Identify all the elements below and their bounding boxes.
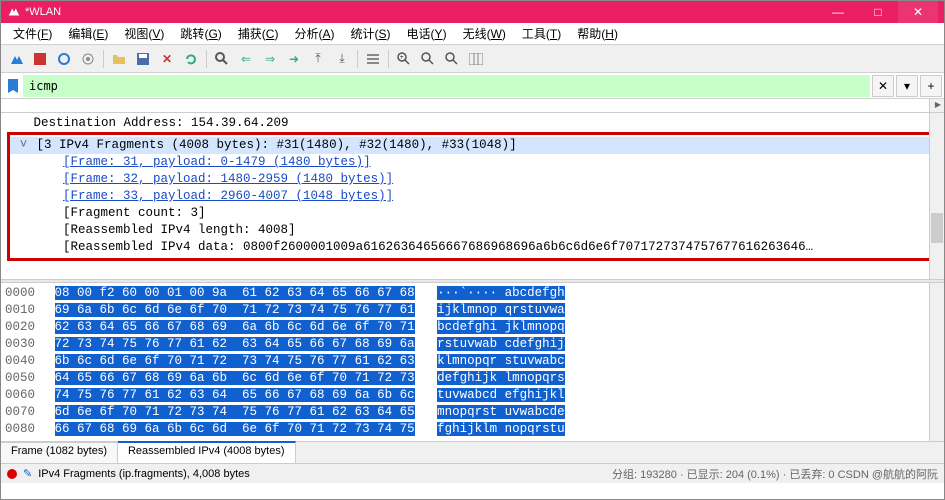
last-icon[interactable]: ⤓ <box>331 48 353 70</box>
hex-tabs: Frame (1082 bytes) Reassembled IPv4 (400… <box>1 441 944 463</box>
menu-help[interactable]: 帮助(H) <box>569 23 626 44</box>
status-right: 分组: 193280 · 已显示: 204 (0.1%) · 已丢弃: 0 CS… <box>612 466 938 482</box>
menubar: 文件(F) 编辑(E) 视图(V) 跳转(G) 捕获(C) 分析(A) 统计(S… <box>1 23 944 45</box>
close-file-icon[interactable]: ✕ <box>156 48 178 70</box>
goto-icon[interactable]: ➜ <box>283 48 305 70</box>
status-text: IPv4 Fragments (ip.fragments), 4,008 byt… <box>38 468 612 480</box>
filter-input[interactable] <box>23 75 870 97</box>
prev-icon[interactable]: ⇐ <box>235 48 257 70</box>
wireshark-icon <box>7 5 21 19</box>
zoom-out-icon[interactable] <box>417 48 439 70</box>
svg-text:+: + <box>400 55 404 61</box>
menu-statistics[interactable]: 统计(S) <box>343 23 399 44</box>
window-title: *WLAN <box>25 6 818 18</box>
zoom-in-icon[interactable]: + <box>393 48 415 70</box>
frame-link[interactable]: [Frame: 32, payload: 1480-2959 (1480 byt… <box>10 171 929 188</box>
tab-frame[interactable]: Frame (1082 bytes) <box>1 442 118 463</box>
frame-link[interactable]: [Frame: 31, payload: 0-1479 (1480 bytes)… <box>10 154 929 171</box>
open-icon[interactable] <box>108 48 130 70</box>
hex-row[interactable]: 0000 08 00 f2 60 00 01 00 9a 61 62 63 64… <box>5 285 940 302</box>
menu-go[interactable]: 跳转(G) <box>172 23 229 44</box>
next-icon[interactable]: ⇒ <box>259 48 281 70</box>
bookmark-icon[interactable] <box>3 76 23 96</box>
hex-row[interactable]: 0030 72 73 74 75 76 77 61 62 63 64 65 66… <box>5 336 940 353</box>
hex-row[interactable]: 0060 74 75 76 77 61 62 63 64 65 66 67 68… <box>5 387 940 404</box>
menu-edit[interactable]: 编辑(E) <box>60 23 116 44</box>
menu-tools[interactable]: 工具(T) <box>514 23 569 44</box>
scrollbar-icon[interactable] <box>929 99 944 112</box>
find-icon[interactable] <box>211 48 233 70</box>
hex-row[interactable]: 0080 66 67 68 69 6a 6b 6c 6d 6e 6f 70 71… <box>5 421 940 438</box>
options-icon[interactable] <box>77 48 99 70</box>
minimize-button[interactable]: — <box>818 1 858 23</box>
fragment-count[interactable]: [Fragment count: 3] <box>10 205 929 222</box>
menu-file[interactable]: 文件(F) <box>5 23 60 44</box>
hex-scrollbar[interactable] <box>929 283 944 441</box>
status-icon: ✎ <box>23 467 32 480</box>
start-capture-icon[interactable] <box>5 48 27 70</box>
statusbar: ✎ IPv4 Fragments (ip.fragments), 4,008 b… <box>1 463 944 483</box>
hex-row[interactable]: 0070 6d 6e 6f 70 71 72 73 74 75 76 77 61… <box>5 404 940 421</box>
resize-cols-icon[interactable] <box>465 48 487 70</box>
menu-telephony[interactable]: 电话(Y) <box>399 23 455 44</box>
expert-led-icon[interactable] <box>7 469 17 479</box>
menu-view[interactable]: 视图(V) <box>116 23 172 44</box>
reassembled-length[interactable]: [Reassembled IPv4 length: 4008] <box>10 222 929 239</box>
packet-list[interactable] <box>1 99 944 113</box>
reload-icon[interactable] <box>180 48 202 70</box>
tab-reassembled[interactable]: Reassembled IPv4 (4008 bytes) <box>118 441 296 463</box>
menu-analyze[interactable]: 分析(A) <box>286 23 342 44</box>
detail-scrollbar[interactable] <box>929 113 944 279</box>
restart-capture-icon[interactable] <box>53 48 75 70</box>
fragments-header[interactable]: ˅ [3 IPv4 Fragments (4008 bytes): #31(14… <box>10 137 929 154</box>
hex-row[interactable]: 0040 6b 6c 6d 6e 6f 70 71 72 73 74 75 76… <box>5 353 940 370</box>
close-button[interactable]: ✕ <box>898 1 938 23</box>
first-icon[interactable]: ⤒ <box>307 48 329 70</box>
dest-addr-line[interactable]: Destination Address: 154.39.64.209 <box>3 115 942 132</box>
hex-row[interactable]: 0010 69 6a 6b 6c 6d 6e 6f 70 71 72 73 74… <box>5 302 940 319</box>
autoscroll-icon[interactable] <box>362 48 384 70</box>
titlebar[interactable]: *WLAN — □ ✕ <box>1 1 944 23</box>
zoom-reset-icon[interactable] <box>441 48 463 70</box>
hex-dump[interactable]: 0000 08 00 f2 60 00 01 00 9a 61 62 63 64… <box>1 283 944 441</box>
reassembled-data[interactable]: [Reassembled IPv4 data: 0800f2600001009a… <box>10 239 929 256</box>
toolbar: ✕ ⇐ ⇒ ➜ ⤒ ⤓ + <box>1 45 944 73</box>
clear-filter-icon[interactable]: ✕ <box>872 75 894 97</box>
stop-capture-icon[interactable] <box>29 48 51 70</box>
packet-details[interactable]: Destination Address: 154.39.64.209 ˅ [3 … <box>1 113 944 279</box>
hex-row[interactable]: 0050 64 65 66 67 68 69 6a 6b 6c 6d 6e 6f… <box>5 370 940 387</box>
maximize-button[interactable]: □ <box>858 1 898 23</box>
menu-capture[interactable]: 捕获(C) <box>230 23 287 44</box>
filter-bar: ✕ ▾ + <box>1 73 944 99</box>
save-icon[interactable] <box>132 48 154 70</box>
filter-dropdown-icon[interactable]: ▾ <box>896 75 918 97</box>
menu-wireless[interactable]: 无线(W) <box>455 23 514 44</box>
fragments-group: ˅ [3 IPv4 Fragments (4008 bytes): #31(14… <box>7 132 932 261</box>
add-filter-button[interactable]: + <box>920 75 942 97</box>
frame-link[interactable]: [Frame: 33, payload: 2960-4007 (1048 byt… <box>10 188 929 205</box>
hex-row[interactable]: 0020 62 63 64 65 66 67 68 69 6a 6b 6c 6d… <box>5 319 940 336</box>
